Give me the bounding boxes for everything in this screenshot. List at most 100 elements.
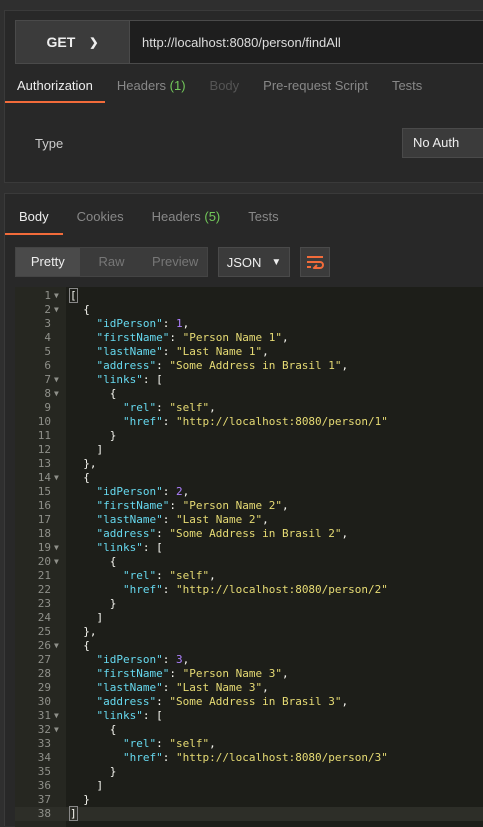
code-line: 18 "address": "Some Address in Brasil 2"… (15, 527, 483, 541)
code-text: "idPerson": 2, (96, 485, 190, 498)
code-text: ] (70, 611, 104, 624)
fold-arrow-icon[interactable]: ▼ (54, 541, 59, 555)
line-number: 15 (37, 485, 51, 498)
line-number: 1 (44, 289, 51, 302)
line-number: 36 (37, 779, 51, 792)
code-line: 14 ▼ { (15, 471, 483, 485)
fold-arrow-icon[interactable]: ▼ (54, 303, 59, 317)
code-text: { (70, 723, 117, 736)
fold-arrow-icon[interactable]: ▼ (54, 289, 59, 303)
tab-headers[interactable]: Headers (1) (105, 73, 198, 103)
code-text: [ (69, 288, 78, 303)
fold-arrow-icon[interactable]: ▼ (54, 639, 59, 653)
url-text: http://localhost:8080/person/findAll (142, 34, 341, 50)
code-line: 3 "idPerson": 1, (15, 317, 483, 331)
line-number: 24 (37, 611, 51, 624)
response-tab-headers[interactable]: Headers (5) (138, 203, 235, 235)
code-line: 29 "lastName": "Last Name 3", (15, 681, 483, 695)
response-tab-tests[interactable]: Tests (234, 203, 292, 235)
fold-arrow-icon[interactable]: ▼ (54, 723, 59, 737)
code-line: 38] (15, 806, 483, 821)
chevron-down-icon: ❯ (89, 36, 99, 49)
code-text: "firstName": "Person Name 2", (96, 499, 289, 512)
line-number: 9 (44, 401, 51, 414)
code-text: "href": "http://localhost:8080/person/2" (122, 583, 388, 596)
code-text: } (70, 597, 117, 610)
code-line: 20 ▼ { (15, 555, 483, 569)
code-text: "href": "http://localhost:8080/person/1" (122, 415, 388, 428)
url-input[interactable]: http://localhost:8080/person/findAll (129, 20, 483, 64)
code-text: "links": [ (96, 709, 163, 722)
request-tabs: Authorization Headers (1) Body Pre-request … (5, 73, 483, 103)
code-line: 16 "firstName": "Person Name 2", (15, 499, 483, 513)
tab-label: Headers (116, 78, 167, 93)
line-number: 34 (37, 751, 51, 764)
tab-pre-request-script[interactable]: Pre-request Script (251, 73, 380, 103)
code-line: 10 "href": "http://localhost:8080/person… (15, 415, 483, 429)
code-text: "firstName": "Person Name 1", (96, 331, 289, 344)
code-text: "idPerson": 1, (96, 317, 190, 330)
fold-arrow-icon[interactable]: ▼ (54, 471, 59, 485)
code-text: "href": "http://localhost:8080/person/3" (122, 751, 388, 764)
wrap-lines-button[interactable] (300, 247, 330, 277)
code-line: 2 ▼ { (15, 303, 483, 317)
language-label: JSON (226, 254, 262, 270)
format-raw-button[interactable]: Raw (80, 248, 144, 276)
code-line: 27 "idPerson": 3, (15, 653, 483, 667)
line-number: 14 (37, 471, 51, 484)
tab-authorization[interactable]: Authorization (5, 73, 105, 103)
code-line: 25 }, (15, 625, 483, 639)
code-text: }, (70, 457, 97, 470)
code-text: "lastName": "Last Name 1", (96, 345, 269, 358)
method-select[interactable]: GET ❯ (15, 20, 129, 64)
fold-arrow-icon[interactable]: ▼ (54, 709, 59, 723)
line-number: 38 (37, 807, 51, 820)
fold-arrow-icon[interactable]: ▼ (54, 387, 59, 401)
code-line: 22 "href": "http://localhost:8080/person… (15, 583, 483, 597)
code-text: ] (70, 443, 104, 456)
code-line: 31 ▼ "links": [ (15, 709, 483, 723)
code-text: "lastName": "Last Name 3", (96, 681, 269, 694)
code-text: "links": [ (96, 541, 163, 554)
chevron-down-icon: ▼ (271, 256, 282, 268)
code-text: { (70, 303, 90, 316)
code-line: 6 "address": "Some Address in Brasil 1", (15, 359, 483, 373)
response-tab-cookies[interactable]: Cookies (63, 203, 138, 235)
format-pretty-button[interactable]: Pretty (16, 248, 80, 276)
tab-body[interactable]: Body (198, 73, 252, 103)
code-line: 37 } (15, 793, 483, 807)
line-number: 18 (37, 527, 51, 540)
request-panel: GET ❯ http://localhost:8080/person/findA… (4, 10, 483, 183)
code-text: "links": [ (96, 373, 163, 386)
line-number: 20 (37, 555, 51, 568)
tab-tests[interactable]: Tests (380, 73, 434, 103)
code-text: ] (70, 779, 104, 792)
line-number: 4 (44, 331, 51, 344)
code-line: 1 ▼ [ (15, 288, 483, 303)
code-line: 5 "lastName": "Last Name 1", (15, 345, 483, 359)
code-text: ] (69, 806, 78, 821)
response-body-editor[interactable]: 1 ▼[2 ▼ {3 "idPerson": 1, 4 "firstName": "P… (15, 287, 483, 827)
fold-arrow-icon[interactable]: ▼ (54, 555, 59, 569)
line-number: 35 (37, 765, 51, 778)
code-text: { (70, 555, 117, 568)
tab-label: Tests (248, 209, 279, 224)
tab-label: Tests (391, 78, 423, 93)
code-text: "address": "Some Address in Brasil 2", (96, 527, 349, 540)
auth-type-select[interactable]: No Auth (402, 128, 483, 158)
line-number: 25 (37, 625, 51, 638)
code-line: 32 ▼ { (15, 723, 483, 737)
line-number: 16 (37, 499, 51, 512)
format-preview-button[interactable]: Preview (143, 248, 207, 276)
response-tabs: Body Cookies Headers (5) Tests (5, 203, 483, 235)
fold-arrow-icon[interactable]: ▼ (54, 373, 59, 387)
response-toolbar: Pretty Raw Preview JSON ▼ (15, 247, 330, 277)
code-text: { (70, 387, 117, 400)
language-select[interactable]: JSON ▼ (218, 247, 290, 277)
method-label: GET (46, 34, 76, 50)
tab-label: Cookies (76, 209, 124, 224)
code-line: 30 "address": "Some Address in Brasil 3"… (15, 695, 483, 709)
response-tab-body[interactable]: Body (5, 203, 63, 235)
line-number: 28 (37, 667, 51, 680)
response-panel: Body Cookies Headers (5) Tests Pretty Raw Pre… (4, 193, 483, 827)
